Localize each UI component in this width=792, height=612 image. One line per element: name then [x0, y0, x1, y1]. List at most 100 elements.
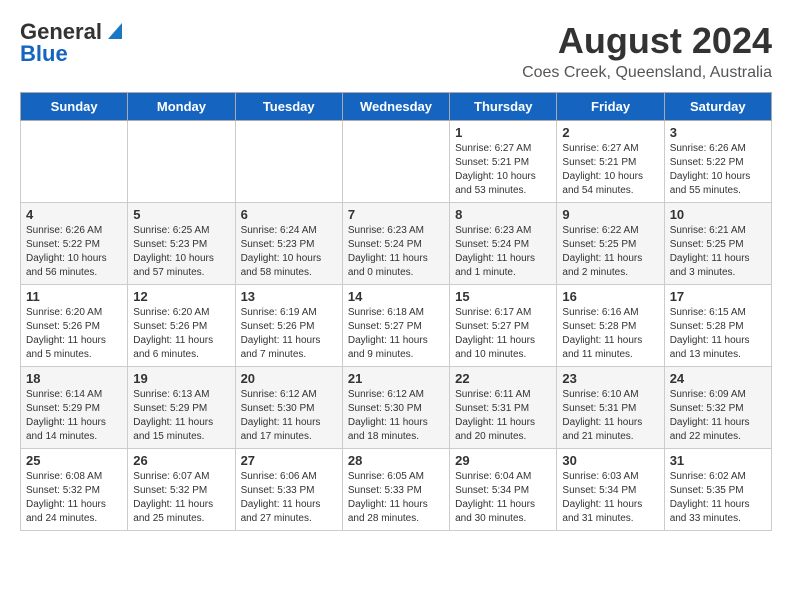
- calendar-cell: 26Sunrise: 6:07 AM Sunset: 5:32 PM Dayli…: [128, 449, 235, 531]
- calendar-cell: 30 Sunrise: 6:03 AM Sunset: 5:34 PM Dayli…: [557, 449, 664, 531]
- calendar-cell: 14 Sunrise: 6:18 AM Sunset: 5:27 PM Dayli…: [342, 285, 449, 367]
- week-row-1: 1Sunrise: 6:27 AM Sunset: 5:21 PM Daylig…: [21, 121, 772, 203]
- day-info: Sunrise: 6:26 AM Sunset: 5:22 PM Dayligh…: [670, 142, 766, 198]
- day-info: Sunrise: 6:03 AM Sunset: 5:34 PM Dayligh…: [562, 470, 658, 526]
- calendar-cell: 1Sunrise: 6:27 AM Sunset: 5:21 PM Daylig…: [450, 121, 557, 203]
- calendar-cell: 16Sunrise: 6:16 AM Sunset: 5:28 PM Dayli…: [557, 285, 664, 367]
- calendar-cell: 28Sunrise: 6:05 AM Sunset: 5:33 PM Dayli…: [342, 449, 449, 531]
- weekday-header-monday: Monday: [128, 93, 235, 121]
- day-number: 19: [133, 371, 229, 386]
- calendar-cell: 19 Sunrise: 6:13 AM Sunset: 5:29 PM Dayli…: [128, 367, 235, 449]
- calendar-cell: 22 Sunrise: 6:11 AM Sunset: 5:31 PM Dayli…: [450, 367, 557, 449]
- day-number: 14: [348, 289, 444, 304]
- day-number: 30: [562, 453, 658, 468]
- calendar-cell: [235, 121, 342, 203]
- month-title: August 2024: [522, 20, 772, 62]
- day-info: Sunrise: 6:08 AM Sunset: 5:32 PM Dayligh…: [26, 470, 122, 526]
- day-number: 7: [348, 207, 444, 222]
- day-number: 21: [348, 371, 444, 386]
- day-number: 12: [133, 289, 229, 304]
- day-number: 5: [133, 207, 229, 222]
- calendar-cell: 25Sunrise: 6:08 AM Sunset: 5:32 PM Dayli…: [21, 449, 128, 531]
- day-info: Sunrise: 6:15 AM Sunset: 5:28 PM Dayligh…: [670, 306, 766, 362]
- calendar-cell: 18 Sunrise: 6:14 AM Sunset: 5:29 PM Dayli…: [21, 367, 128, 449]
- day-info: Sunrise: 6:11 AM Sunset: 5:31 PM Dayligh…: [455, 388, 551, 444]
- calendar-cell: 27 Sunrise: 6:06 AM Sunset: 5:33 PM Dayli…: [235, 449, 342, 531]
- week-row-5: 25Sunrise: 6:08 AM Sunset: 5:32 PM Dayli…: [21, 449, 772, 531]
- day-number: 10: [670, 207, 766, 222]
- day-info: Sunrise: 6:02 AM Sunset: 5:35 PM Dayligh…: [670, 470, 766, 526]
- logo-arrow-icon: [104, 19, 126, 41]
- week-row-2: 4Sunrise: 6:26 AM Sunset: 5:22 PM Daylig…: [21, 203, 772, 285]
- calendar-cell: 4Sunrise: 6:26 AM Sunset: 5:22 PM Daylig…: [21, 203, 128, 285]
- day-number: 6: [241, 207, 337, 222]
- day-number: 24: [670, 371, 766, 386]
- day-info: Sunrise: 6:23 AM Sunset: 5:24 PM Dayligh…: [455, 224, 551, 280]
- day-info: Sunrise: 6:07 AM Sunset: 5:32 PM Dayligh…: [133, 470, 229, 526]
- day-info: Sunrise: 6:10 AM Sunset: 5:31 PM Dayligh…: [562, 388, 658, 444]
- day-number: 22: [455, 371, 551, 386]
- calendar-table: SundayMondayTuesdayWednesdayThursdayFrid…: [20, 92, 772, 531]
- day-info: Sunrise: 6:20 AM Sunset: 5:26 PM Dayligh…: [133, 306, 229, 362]
- day-number: 11: [26, 289, 122, 304]
- day-info: Sunrise: 6:22 AM Sunset: 5:25 PM Dayligh…: [562, 224, 658, 280]
- calendar-cell: [342, 121, 449, 203]
- day-info: Sunrise: 6:06 AM Sunset: 5:33 PM Dayligh…: [241, 470, 337, 526]
- day-number: 17: [670, 289, 766, 304]
- day-info: Sunrise: 6:21 AM Sunset: 5:25 PM Dayligh…: [670, 224, 766, 280]
- weekday-header-sunday: Sunday: [21, 93, 128, 121]
- calendar-cell: 8 Sunrise: 6:23 AM Sunset: 5:24 PM Daylig…: [450, 203, 557, 285]
- day-info: Sunrise: 6:12 AM Sunset: 5:30 PM Dayligh…: [241, 388, 337, 444]
- day-number: 9: [562, 207, 658, 222]
- calendar-cell: 6 Sunrise: 6:24 AM Sunset: 5:23 PM Daylig…: [235, 203, 342, 285]
- day-info: Sunrise: 6:27 AM Sunset: 5:21 PM Dayligh…: [455, 142, 551, 198]
- calendar-cell: 7 Sunrise: 6:23 AM Sunset: 5:24 PM Daylig…: [342, 203, 449, 285]
- day-info: Sunrise: 6:09 AM Sunset: 5:32 PM Dayligh…: [670, 388, 766, 444]
- day-number: 27: [241, 453, 337, 468]
- day-info: Sunrise: 6:18 AM Sunset: 5:27 PM Dayligh…: [348, 306, 444, 362]
- day-info: Sunrise: 6:04 AM Sunset: 5:34 PM Dayligh…: [455, 470, 551, 526]
- day-info: Sunrise: 6:17 AM Sunset: 5:27 PM Dayligh…: [455, 306, 551, 362]
- day-info: Sunrise: 6:12 AM Sunset: 5:30 PM Dayligh…: [348, 388, 444, 444]
- day-number: 29: [455, 453, 551, 468]
- day-number: 8: [455, 207, 551, 222]
- weekday-header-row: SundayMondayTuesdayWednesdayThursdayFrid…: [21, 93, 772, 121]
- day-info: Sunrise: 6:27 AM Sunset: 5:21 PM Dayligh…: [562, 142, 658, 198]
- day-number: 18: [26, 371, 122, 386]
- day-info: Sunrise: 6:19 AM Sunset: 5:26 PM Dayligh…: [241, 306, 337, 362]
- day-info: Sunrise: 6:20 AM Sunset: 5:26 PM Dayligh…: [26, 306, 122, 362]
- calendar-cell: 15 Sunrise: 6:17 AM Sunset: 5:27 PM Dayli…: [450, 285, 557, 367]
- logo-blue: Blue: [20, 42, 68, 66]
- calendar-cell: 31Sunrise: 6:02 AM Sunset: 5:35 PM Dayli…: [664, 449, 771, 531]
- calendar-cell: 20 Sunrise: 6:12 AM Sunset: 5:30 PM Dayli…: [235, 367, 342, 449]
- day-number: 3: [670, 125, 766, 140]
- title-block: August 2024 Coes Creek, Queensland, Aust…: [522, 20, 772, 82]
- calendar-cell: 29 Sunrise: 6:04 AM Sunset: 5:34 PM Dayli…: [450, 449, 557, 531]
- calendar-cell: 23Sunrise: 6:10 AM Sunset: 5:31 PM Dayli…: [557, 367, 664, 449]
- weekday-header-wednesday: Wednesday: [342, 93, 449, 121]
- day-info: Sunrise: 6:24 AM Sunset: 5:23 PM Dayligh…: [241, 224, 337, 280]
- page-header: General Blue August 2024 Coes Creek, Que…: [20, 20, 772, 82]
- day-number: 28: [348, 453, 444, 468]
- calendar-cell: 2 Sunrise: 6:27 AM Sunset: 5:21 PM Daylig…: [557, 121, 664, 203]
- day-number: 2: [562, 125, 658, 140]
- week-row-3: 11 Sunrise: 6:20 AM Sunset: 5:26 PM Dayli…: [21, 285, 772, 367]
- calendar-cell: 13Sunrise: 6:19 AM Sunset: 5:26 PM Dayli…: [235, 285, 342, 367]
- day-info: Sunrise: 6:14 AM Sunset: 5:29 PM Dayligh…: [26, 388, 122, 444]
- weekday-header-tuesday: Tuesday: [235, 93, 342, 121]
- day-number: 15: [455, 289, 551, 304]
- weekday-header-thursday: Thursday: [450, 93, 557, 121]
- day-info: Sunrise: 6:16 AM Sunset: 5:28 PM Dayligh…: [562, 306, 658, 362]
- week-row-4: 18 Sunrise: 6:14 AM Sunset: 5:29 PM Dayli…: [21, 367, 772, 449]
- calendar-cell: [128, 121, 235, 203]
- day-number: 20: [241, 371, 337, 386]
- location-title: Coes Creek, Queensland, Australia: [522, 64, 772, 82]
- calendar-cell: 17 Sunrise: 6:15 AM Sunset: 5:28 PM Dayli…: [664, 285, 771, 367]
- calendar-cell: 5Sunrise: 6:25 AM Sunset: 5:23 PM Daylig…: [128, 203, 235, 285]
- day-info: Sunrise: 6:13 AM Sunset: 5:29 PM Dayligh…: [133, 388, 229, 444]
- calendar-cell: 24 Sunrise: 6:09 AM Sunset: 5:32 PM Dayli…: [664, 367, 771, 449]
- logo: General Blue: [20, 20, 126, 66]
- calendar-cell: 9 Sunrise: 6:22 AM Sunset: 5:25 PM Daylig…: [557, 203, 664, 285]
- day-info: Sunrise: 6:26 AM Sunset: 5:22 PM Dayligh…: [26, 224, 122, 280]
- day-info: Sunrise: 6:23 AM Sunset: 5:24 PM Dayligh…: [348, 224, 444, 280]
